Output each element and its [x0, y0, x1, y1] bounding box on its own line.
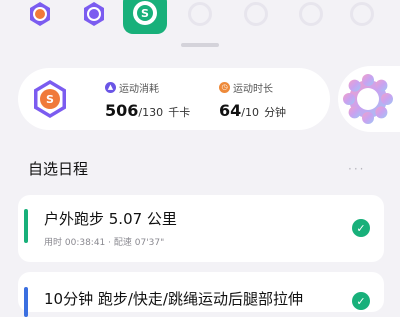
- medal-icon: S: [28, 77, 72, 121]
- medal-icon: S: [133, 1, 157, 25]
- duration-unit: 分钟: [264, 106, 287, 119]
- calories-label-text: 运动消耗: [119, 84, 159, 95]
- selected-medal-badge[interactable]: S: [123, 0, 167, 34]
- item-title: 10分钟 跑步/快走/跳绳运动后腿部拉伸: [44, 290, 303, 308]
- calories-value: 506/130 千卡: [105, 101, 190, 120]
- duration-value: 64/10 分钟: [219, 101, 286, 120]
- locked-badge-icon[interactable]: [350, 2, 374, 26]
- check-icon[interactable]: ✓: [352, 219, 370, 237]
- activity-stats-card[interactable]: S ▲ 运动消耗 506/130 千卡 ◷ 运动时长 64/10 分钟: [18, 68, 330, 130]
- item-meta: 用时 00:38:41 · 配速 07'37": [44, 238, 165, 248]
- svg-text:S: S: [46, 93, 54, 106]
- flower-badge-icon: [343, 74, 393, 124]
- locked-badge-icon[interactable]: [244, 2, 268, 26]
- medal-badge[interactable]: [80, 0, 108, 28]
- more-options-icon[interactable]: ···: [348, 162, 365, 176]
- locked-badge-icon[interactable]: [299, 2, 323, 26]
- badge-strip: S: [0, 0, 400, 40]
- duration-label: ◷ 运动时长: [219, 80, 286, 95]
- clock-icon: ◷: [219, 82, 230, 93]
- duration-label-text: 运动时长: [233, 84, 273, 95]
- locked-badge-icon[interactable]: [188, 2, 212, 26]
- calories-stat: ▲ 运动消耗 506/130 千卡: [105, 80, 190, 120]
- achievement-card-peek[interactable]: [338, 66, 400, 132]
- item-title: 户外跑步 5.07 公里: [44, 210, 177, 228]
- item-accent-bar: [24, 287, 28, 317]
- calories-label: ▲ 运动消耗: [105, 80, 190, 95]
- flame-icon: ▲: [105, 82, 116, 93]
- check-icon[interactable]: ✓: [352, 292, 370, 310]
- schedule-item[interactable]: 户外跑步 5.07 公里 用时 00:38:41 · 配速 07'37" ✓: [18, 195, 384, 262]
- medal-icon: [30, 2, 50, 26]
- duration-current: 64: [219, 101, 242, 120]
- calories-unit: 千卡: [168, 106, 191, 119]
- duration-goal: /10: [241, 106, 259, 119]
- section-title: 自选日程: [28, 160, 89, 178]
- medal-badge[interactable]: [26, 0, 54, 28]
- calories-goal: /130: [138, 106, 164, 119]
- item-accent-bar: [24, 209, 28, 243]
- drag-handle[interactable]: [181, 43, 219, 47]
- calories-current: 506: [105, 101, 139, 120]
- schedule-item[interactable]: 10分钟 跑步/快走/跳绳运动后腿部拉伸 ✓: [18, 272, 384, 317]
- medal-letter: S: [137, 5, 153, 21]
- medal-icon: [84, 2, 104, 26]
- duration-stat: ◷ 运动时长 64/10 分钟: [219, 80, 286, 120]
